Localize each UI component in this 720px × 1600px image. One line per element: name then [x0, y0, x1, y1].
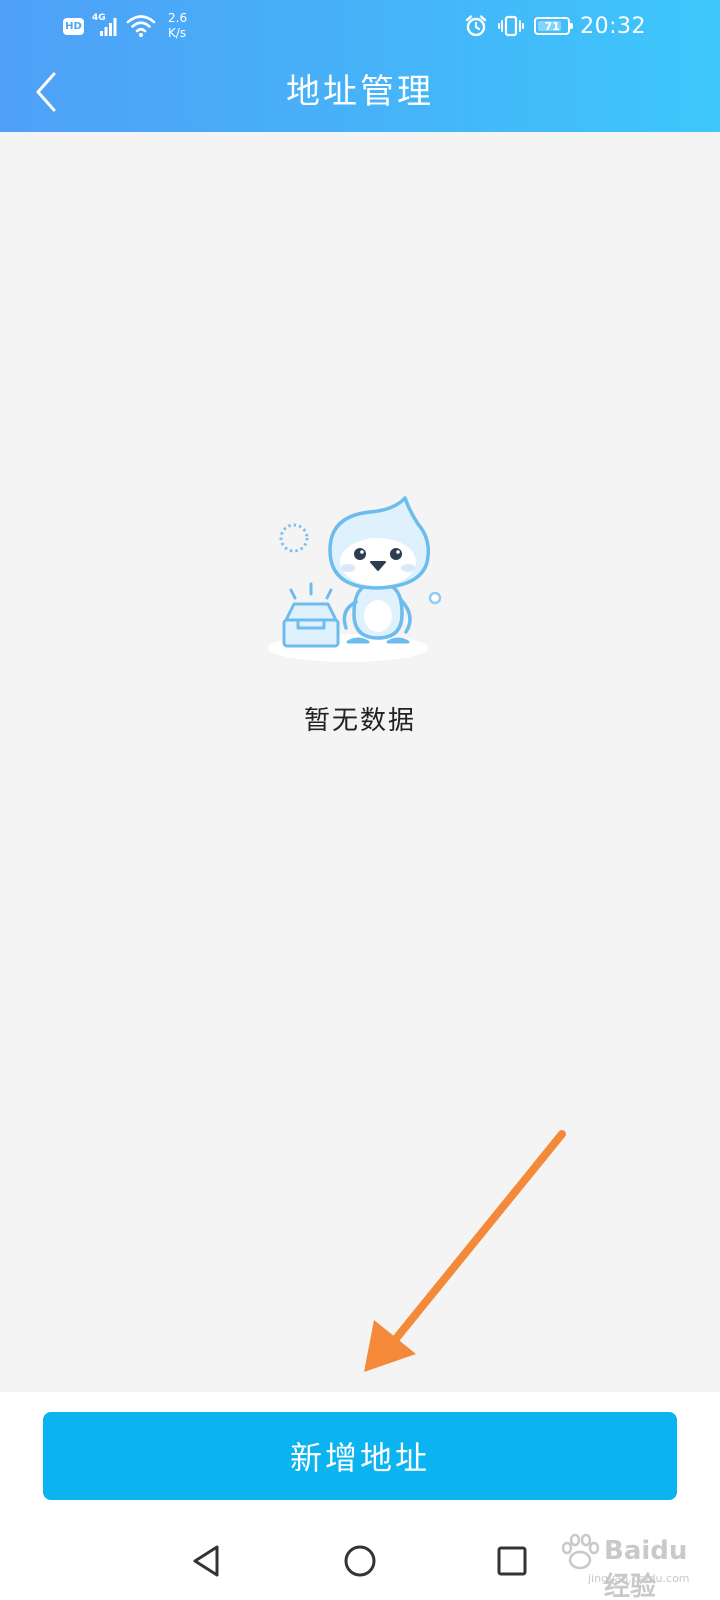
system-navigation-bar: Baidu 经验 jingyan.baidu.com [0, 1522, 720, 1600]
add-address-button[interactable]: 新增地址 [43, 1412, 677, 1500]
network-speed-unit: K/s [168, 26, 187, 40]
status-bar: HD 4G 2.6 K/s 71 20:32 [0, 0, 720, 52]
status-bar-left: HD 4G 2.6 K/s [63, 8, 187, 44]
battery-level: 71 [544, 19, 560, 33]
status-time: 20:32 [580, 13, 646, 39]
paw-logo-icon [561, 1533, 600, 1570]
annotation-arrow-icon [364, 1130, 566, 1372]
watermark-brand: Baidu 经验 [604, 1536, 688, 1600]
system-back-button[interactable] [181, 1536, 231, 1586]
vibrate-icon [498, 14, 525, 38]
battery-icon: 71 [534, 17, 574, 35]
system-home-button[interactable] [335, 1536, 385, 1586]
square-recent-icon [497, 1546, 527, 1576]
status-bar-right: 71 20:32 [464, 8, 646, 44]
alarm-icon [464, 14, 488, 38]
watermark: Baidu 经验 jingyan.baidu.com [558, 1532, 708, 1600]
triangle-back-icon [193, 1545, 219, 1577]
cellular-signal-icon: 4G [92, 13, 118, 39]
app-header: HD 4G 2.6 K/s 71 20:32 地址管理 [0, 0, 720, 132]
navigation-bar: 地址管理 [0, 52, 720, 132]
wifi-icon [126, 13, 156, 39]
network-speed-value: 2.6 [168, 11, 188, 25]
empty-state: 暂无数据 [0, 490, 720, 750]
circle-home-icon [344, 1545, 376, 1577]
hd-badge: HD [63, 17, 84, 35]
network-speed: 2.6 K/s [168, 11, 187, 41]
empty-state-message: 暂无数据 [303, 706, 416, 736]
address-management-screen: HD 4G 2.6 K/s 71 20:32 地址管理 暂无数据 新增地址 Ba… [0, 0, 720, 1600]
system-recent-apps-button[interactable] [487, 1536, 537, 1586]
bottom-action-panel: 新增地址 [0, 1392, 720, 1522]
page-title: 地址管理 [286, 72, 434, 112]
empty-mascot-illustration [268, 496, 442, 662]
watermark-domain: jingyan.baidu.com [588, 1572, 690, 1585]
